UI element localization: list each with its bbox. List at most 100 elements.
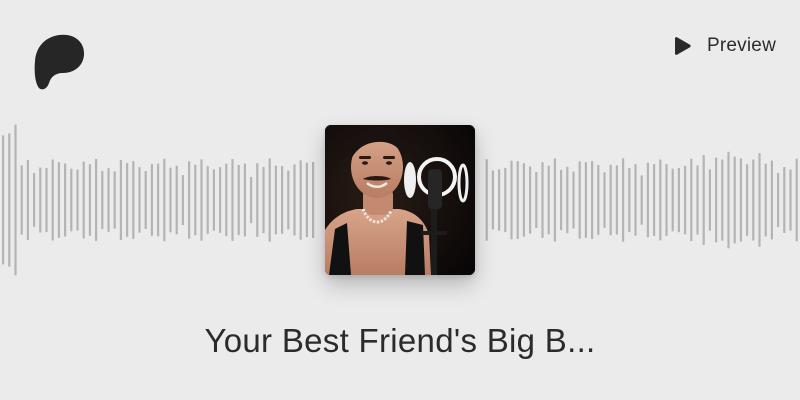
waveform-bar xyxy=(14,124,17,276)
waveform-bar xyxy=(119,160,122,240)
waveform-bar xyxy=(274,165,277,235)
waveform-bar xyxy=(181,175,184,225)
waveform-bar xyxy=(671,168,674,232)
waveform-bar xyxy=(746,164,749,236)
waveform-bar xyxy=(39,167,42,233)
waveform-bar xyxy=(82,161,85,239)
waveform-bar xyxy=(783,167,786,233)
waveform-bar xyxy=(553,158,556,242)
waveform-bar xyxy=(200,159,203,241)
waveform-bar xyxy=(684,165,687,235)
waveform-bar xyxy=(702,155,705,245)
waveform-bar xyxy=(212,169,215,231)
waveform-bar xyxy=(640,175,643,225)
waveform-bar xyxy=(262,166,265,234)
waveform-bar xyxy=(88,164,91,236)
waveform-bar xyxy=(169,167,172,233)
waveform-bar xyxy=(219,167,222,233)
waveform-bar xyxy=(287,170,290,230)
play-icon xyxy=(671,35,693,57)
preview-button[interactable]: Preview xyxy=(671,33,776,59)
waveform-bar xyxy=(529,166,532,234)
waveform-bar xyxy=(758,153,761,247)
waveform-bar xyxy=(721,159,724,241)
waveform-bar xyxy=(45,167,48,233)
waveform-bar xyxy=(622,158,625,242)
waveform-bar xyxy=(572,171,575,229)
waveform-bar xyxy=(696,165,699,235)
waveform-bar xyxy=(20,165,23,235)
waveform-bar xyxy=(132,161,135,239)
waveform-bar xyxy=(26,160,29,240)
waveform-bar xyxy=(70,168,73,232)
waveform-bar xyxy=(566,166,569,234)
waveform-bar xyxy=(64,163,67,237)
waveform-bar xyxy=(268,158,271,242)
waveform-bar xyxy=(578,161,581,239)
waveform-bar xyxy=(715,157,718,243)
waveform-bar xyxy=(522,163,525,237)
waveform-bar xyxy=(789,169,792,231)
waveform-bar xyxy=(51,159,54,241)
waveform-bar xyxy=(163,158,166,242)
waveform-bar xyxy=(491,170,494,230)
waveform-bar xyxy=(237,165,240,236)
waveform-bar xyxy=(498,169,501,231)
podcast-cover-art xyxy=(325,125,475,275)
waveform-bar xyxy=(733,156,736,244)
waveform-bar xyxy=(609,164,612,236)
waveform-bar xyxy=(764,163,767,237)
waveform-bar xyxy=(777,172,780,228)
waveform-bar xyxy=(659,159,662,241)
waveform-bar xyxy=(739,158,742,242)
waveform-bar xyxy=(126,163,129,237)
waveform-bar xyxy=(516,161,519,239)
preview-label: Preview xyxy=(707,35,776,56)
waveform-bar xyxy=(485,159,488,241)
patreon-logo-icon[interactable] xyxy=(33,33,87,91)
waveform-bar xyxy=(560,169,563,231)
waveform-bar xyxy=(584,162,587,238)
waveform-bar xyxy=(225,163,228,237)
waveform-bar xyxy=(33,173,36,227)
waveform-bar xyxy=(770,160,773,240)
waveform-bar xyxy=(628,168,631,233)
waveform-bar xyxy=(653,164,656,236)
waveform-bar xyxy=(597,165,600,235)
waveform-bar xyxy=(535,172,538,228)
waveform-bar xyxy=(634,164,637,236)
waveform-bar xyxy=(188,161,191,239)
waveform-bar xyxy=(752,159,755,241)
waveform-bar xyxy=(299,160,302,240)
waveform-bar xyxy=(293,164,296,236)
waveform-bar xyxy=(256,163,259,237)
waveform-bar xyxy=(541,162,544,238)
waveform-bar xyxy=(138,167,141,233)
waveform-bar xyxy=(206,166,209,234)
waveform-bar xyxy=(504,168,507,232)
waveform-bar xyxy=(312,162,315,238)
waveform-bar xyxy=(603,172,606,228)
waveform-bar xyxy=(95,159,98,241)
waveform-bar xyxy=(231,159,234,241)
waveform-bar xyxy=(113,171,116,229)
waveform-bar xyxy=(281,166,284,234)
waveform-bar xyxy=(8,133,11,267)
waveform-bar xyxy=(510,160,513,240)
waveform-bar xyxy=(175,165,178,235)
waveform-bar xyxy=(2,135,5,265)
waveform-bar xyxy=(795,158,798,242)
waveform-bar xyxy=(57,162,60,238)
waveform-bar xyxy=(708,169,711,231)
waveform-bar xyxy=(305,162,308,238)
waveform-bar xyxy=(107,168,110,232)
waveform-bar xyxy=(157,163,160,237)
waveform-bar xyxy=(194,164,197,236)
waveform-bar xyxy=(547,165,550,235)
waveform-bar xyxy=(615,165,618,235)
waveform-bar xyxy=(101,170,104,230)
waveform-bar xyxy=(690,158,693,242)
waveform-bar xyxy=(646,162,649,238)
waveform-bar xyxy=(243,163,246,237)
waveform-bar xyxy=(677,167,680,233)
